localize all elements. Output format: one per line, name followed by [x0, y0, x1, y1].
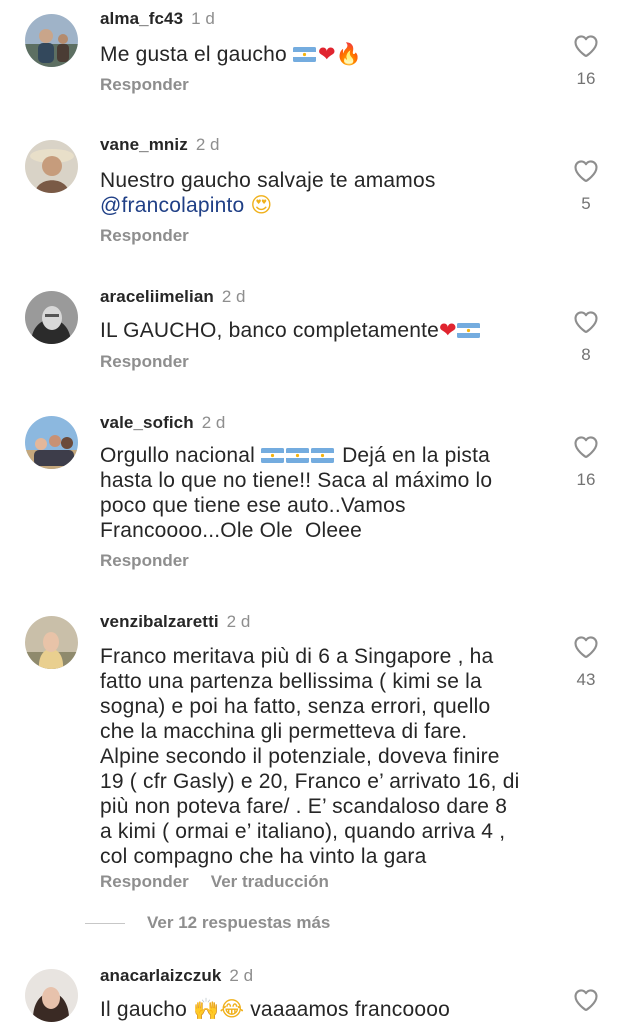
comment-text: Me gusta el gaucho ❤🔥 [100, 42, 540, 67]
comment-text-line: col compagno che ha vinto la gara [100, 845, 427, 868]
avatar[interactable] [25, 416, 78, 469]
like-control: 16 [570, 32, 602, 89]
argentina-flag-emoji [293, 47, 316, 62]
red-heart-emoji: ❤ [317, 42, 336, 66]
comment-time: 2 d [229, 966, 254, 985]
like-count: 8 [581, 345, 591, 364]
reply-button[interactable]: Responder [100, 352, 189, 371]
comment-meta: alma_fc43 1 d [100, 8, 215, 30]
reply-button[interactable]: Responder [100, 226, 189, 245]
heart-outline-icon[interactable] [572, 433, 600, 461]
comment-text-body: IL GAUCHO, banco completamente [100, 319, 440, 342]
heart-eyes-emoji: 😍 [250, 193, 273, 217]
avatar[interactable] [25, 140, 78, 193]
mention-link[interactable]: @francolapinto [100, 194, 244, 217]
comment-meta: vane_mniz 2 d [100, 134, 219, 156]
comment-text: Franco meritava più di 6 a Singapore , h… [100, 644, 550, 869]
comment-text-line: fatto una partenza bellissima ( kimi se … [100, 670, 482, 693]
avatar[interactable] [25, 969, 78, 1022]
comment-actions: Responder [100, 351, 189, 373]
comment-text-line: Francoooo...Ole Ole Oleee [100, 519, 362, 542]
comment-meta: anacarlaizczuk 2 d [100, 965, 253, 987]
reply-button[interactable]: Responder [100, 75, 189, 94]
comment-time: 2 d [201, 413, 226, 432]
heart-outline-icon[interactable] [572, 32, 600, 60]
like-count: 16 [576, 470, 596, 489]
avatar[interactable] [25, 291, 78, 344]
reply-button[interactable]: Responder [100, 551, 189, 570]
comment-text-line: 19 ( cfr Gasly) e 20, Franco e’ arrivato… [100, 770, 520, 793]
like-control: 16 [570, 433, 602, 490]
comment-actions: Responder [100, 225, 189, 247]
view-replies-button[interactable]: Ver 12 respuestas más [85, 912, 330, 934]
like-control: 8 [570, 308, 602, 365]
comment-text-tail: vaaaamos francoooo [250, 998, 450, 1021]
comment-text-line: Dejá en la pista [342, 444, 491, 467]
comment-meta: vale_sofich 2 d [100, 412, 225, 434]
comment-text-line: hasta lo que no tiene!! Saca al máximo l… [100, 469, 493, 492]
comment-text-line: a kimi ( ormai e’ italiano), quando arri… [100, 820, 506, 843]
view-replies-label: Ver 12 respuestas más [147, 913, 331, 932]
divider-line [85, 923, 125, 925]
comment-text: IL GAUCHO, banco completamente❤ [100, 318, 540, 343]
comment-text-body: Me gusta el gaucho [100, 43, 287, 66]
username[interactable]: vane_mniz [100, 135, 188, 154]
avatar[interactable] [25, 616, 78, 669]
comment-text-line: Franco meritava più di 6 a Singapore , h… [100, 645, 494, 668]
comment-text-line: che la macchina gli permetteva di fare. [100, 720, 468, 743]
comment-text-line: Orgullo nacional [100, 444, 255, 467]
username[interactable]: vale_sofich [100, 413, 194, 432]
heart-outline-icon[interactable] [572, 986, 600, 1014]
tears-of-joy-emoji: 😂 [219, 997, 245, 1021]
comment-actions: Responder Ver traducción [100, 871, 329, 893]
comment-text-body: Nuestro gaucho salvaje te amamos [100, 169, 436, 192]
comment-text-body: Il gaucho [100, 998, 188, 1021]
username[interactable]: alma_fc43 [100, 9, 183, 28]
red-heart-emoji: ❤ [439, 318, 457, 342]
argentina-flag-emoji [457, 323, 480, 338]
heart-outline-icon[interactable] [572, 157, 600, 185]
username[interactable]: venzibalzaretti [100, 612, 219, 631]
comment-actions: Responder [100, 550, 189, 572]
comment-text-line: Alpine secondo il potenziale, doveva fin… [100, 745, 500, 768]
reply-button[interactable]: Responder [100, 872, 189, 891]
translate-button[interactable]: Ver traducción [211, 872, 329, 891]
comment-text: Il gaucho 🙌😂 vaaaamos francoooo [100, 997, 540, 1022]
raised-hands-emoji: 🙌 [193, 997, 220, 1021]
comment-text: Orgullo nacional Dejá en la pista hasta … [100, 443, 540, 543]
comment-time: 2 d [221, 287, 246, 306]
argentina-flag-emoji [286, 448, 309, 463]
heart-outline-icon[interactable] [572, 308, 600, 336]
comment-text: Nuestro gaucho salvaje te amamos @franco… [100, 168, 540, 218]
comment-text-line: sogna) e poi ha fatto, senza errori, que… [100, 695, 491, 718]
comment-time: 2 d [226, 612, 251, 631]
argentina-flag-emoji [261, 448, 284, 463]
heart-outline-icon[interactable] [572, 633, 600, 661]
fire-emoji: 🔥 [335, 42, 363, 66]
comment-text-line: più non poteva fare/ . E’ scandaloso dar… [100, 795, 508, 818]
comment-meta: araceliimelian 2 d [100, 286, 246, 308]
avatar[interactable] [25, 14, 78, 67]
like-count: 16 [576, 69, 596, 88]
username[interactable]: araceliimelian [100, 287, 214, 306]
like-count: 43 [576, 670, 596, 689]
like-control: 5 [570, 157, 602, 214]
comment-text-line: poco que tiene ese auto..Vamos [100, 494, 406, 517]
comment-meta: venzibalzaretti 2 d [100, 611, 250, 633]
comment-time: 1 d [191, 9, 215, 28]
comment-actions: Responder [100, 74, 189, 96]
comment-time: 2 d [195, 135, 220, 154]
like-control [570, 986, 602, 1014]
argentina-flag-emoji [311, 448, 334, 463]
like-count: 5 [581, 194, 591, 213]
username[interactable]: anacarlaizczuk [100, 966, 221, 985]
like-control: 43 [570, 633, 602, 690]
